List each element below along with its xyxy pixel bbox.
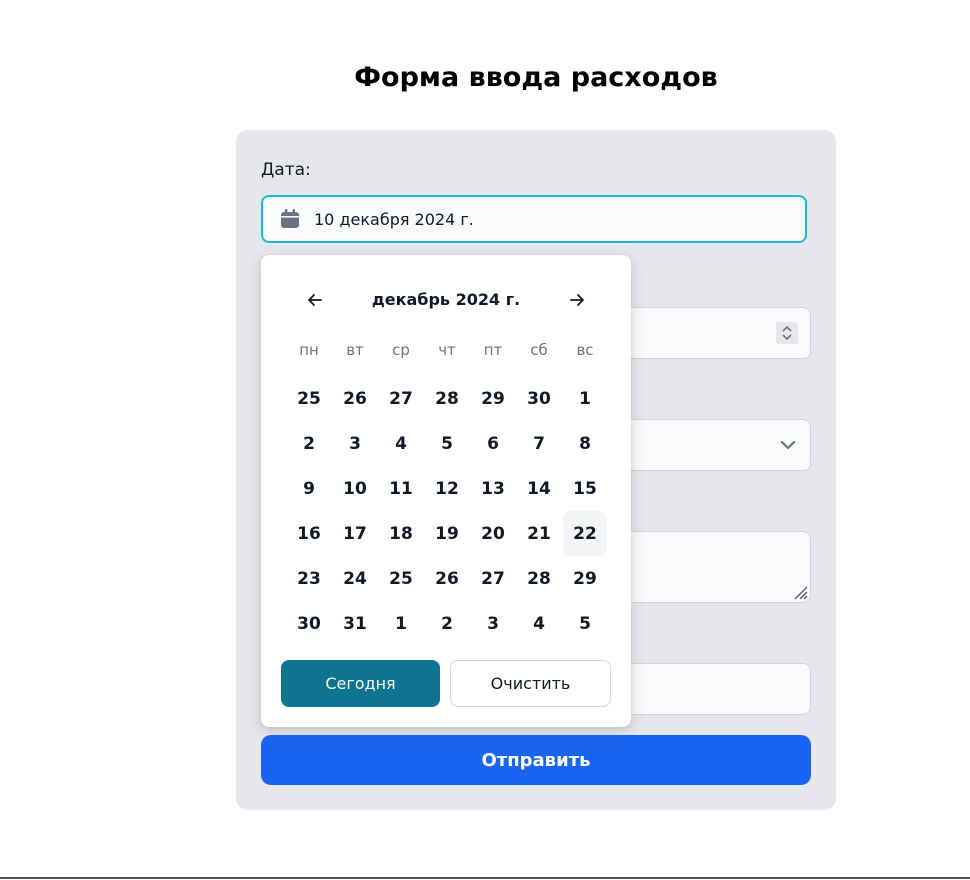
weekday-label: вс (576, 341, 594, 359)
page: Форма ввода расходов Дата: 10 декабря 20… (0, 0, 970, 880)
calendar-day[interactable]: 1 (379, 601, 423, 646)
calendar-day[interactable]: 5 (563, 601, 607, 646)
calendar-day[interactable]: 14 (517, 466, 561, 511)
clear-button[interactable]: Очистить (450, 660, 611, 707)
calendar-day[interactable]: 25 (287, 376, 331, 421)
calendar-day[interactable]: 13 (471, 466, 515, 511)
calendar-day[interactable]: 5 (425, 421, 469, 466)
today-button[interactable]: Сегодня (281, 660, 440, 707)
date-label: Дата: (261, 160, 311, 180)
arrow-left-icon (308, 294, 322, 306)
calendar-day[interactable]: 27 (471, 556, 515, 601)
next-month-button[interactable] (555, 277, 599, 323)
calendar-day[interactable]: 11 (379, 466, 423, 511)
page-title: Форма ввода расходов (354, 62, 718, 93)
calendar-day[interactable]: 31 (333, 601, 377, 646)
resize-handle-icon[interactable] (792, 584, 808, 600)
calendar-day[interactable]: 12 (425, 466, 469, 511)
calendar-day[interactable]: 3 (333, 421, 377, 466)
weekday-label: вт (346, 341, 364, 359)
datepicker-popup: декабрь 2024 г. пн вт ср чт пт сб вс 25 2… (261, 255, 631, 727)
calendar-day[interactable]: 29 (471, 376, 515, 421)
calendar-day[interactable]: 3 (471, 601, 515, 646)
arrow-right-icon (570, 294, 584, 306)
calendar-day[interactable]: 18 (379, 511, 423, 556)
spinner-icon[interactable] (776, 322, 798, 344)
calendar-day[interactable]: 30 (287, 601, 331, 646)
chevron-down-icon (780, 437, 796, 453)
calendar-day[interactable]: 4 (379, 421, 423, 466)
calendar-day[interactable]: 17 (333, 511, 377, 556)
calendar-day[interactable]: 9 (287, 466, 331, 511)
calendar-day[interactable]: 16 (287, 511, 331, 556)
prev-month-button[interactable] (293, 277, 337, 323)
calendar-day[interactable]: 4 (517, 601, 561, 646)
calendar-day[interactable]: 26 (333, 376, 377, 421)
date-input[interactable]: 10 декабря 2024 г. (261, 195, 807, 243)
calendar-day[interactable]: 7 (517, 421, 561, 466)
calendar-day[interactable]: 22 (563, 511, 607, 556)
weekday-label: ср (392, 341, 410, 359)
calendar-day[interactable]: 15 (563, 466, 607, 511)
calendar-day[interactable]: 28 (425, 376, 469, 421)
calendar-day[interactable]: 21 (517, 511, 561, 556)
datepicker-days-grid: 25 26 27 28 29 30 1 2 3 4 5 6 7 8 9 10 11 12 13 14 15 16 17 18 1… (286, 376, 608, 646)
date-input-value: 10 декабря 2024 г. (314, 209, 474, 229)
weekday-header-row: пн вт ср чт пт сб вс (286, 341, 608, 359)
calendar-day[interactable]: 25 (379, 556, 423, 601)
calendar-day[interactable]: 27 (379, 376, 423, 421)
calendar-day[interactable]: 26 (425, 556, 469, 601)
calendar-day[interactable]: 28 (517, 556, 561, 601)
calendar-day[interactable]: 8 (563, 421, 607, 466)
bottom-divider (0, 877, 970, 879)
weekday-label: пн (299, 341, 319, 359)
calendar-day[interactable]: 23 (287, 556, 331, 601)
calendar-day[interactable]: 2 (287, 421, 331, 466)
calendar-day[interactable]: 1 (563, 376, 607, 421)
calendar-day[interactable]: 2 (425, 601, 469, 646)
calendar-icon (279, 208, 301, 230)
calendar-day[interactable]: 19 (425, 511, 469, 556)
calendar-day[interactable]: 6 (471, 421, 515, 466)
calendar-day[interactable]: 24 (333, 556, 377, 601)
calendar-day[interactable]: 30 (517, 376, 561, 421)
submit-button[interactable]: Отправить (261, 735, 811, 785)
weekday-label: чт (438, 341, 456, 359)
calendar-day[interactable]: 20 (471, 511, 515, 556)
calendar-day[interactable]: 29 (563, 556, 607, 601)
calendar-day[interactable]: 10 (333, 466, 377, 511)
weekday-label: сб (530, 341, 548, 359)
datepicker-header: декабрь 2024 г. (281, 277, 611, 323)
weekday-label: пт (483, 341, 503, 359)
